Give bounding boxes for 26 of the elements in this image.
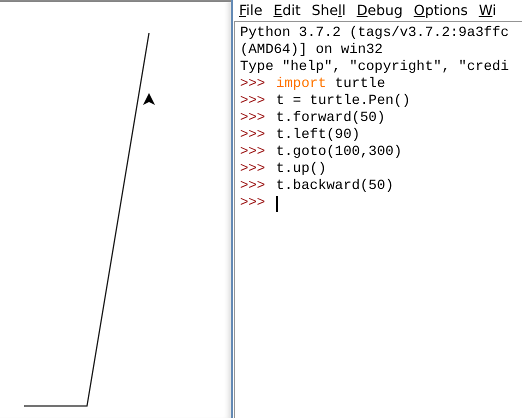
- text-cursor: [276, 196, 278, 212]
- code-line: t.goto(100,300): [276, 144, 402, 161]
- shell-output-line: Type "help", "copyright", "credi: [240, 59, 509, 76]
- code-line: import turtle: [276, 76, 386, 93]
- code-line: t.left(90): [276, 127, 360, 144]
- shell-text-area[interactable]: [234, 21, 522, 418]
- menu-item[interactable]: Options: [414, 2, 468, 18]
- prompt: >>>: [240, 195, 266, 212]
- code-line: t.forward(50): [276, 110, 386, 127]
- prompt: >>>: [240, 127, 266, 144]
- menu-item[interactable]: Edit: [273, 2, 301, 18]
- prompt: >>>: [240, 161, 266, 178]
- code-line: t = turtle.Pen(): [276, 93, 410, 110]
- prompt: >>>: [240, 178, 266, 195]
- code-line: t.backward(50): [276, 178, 394, 195]
- prompt: >>>: [240, 76, 266, 93]
- menu-item[interactable]: Shell: [312, 2, 346, 18]
- menu-item[interactable]: File: [239, 2, 262, 18]
- prompt: >>>: [240, 93, 266, 110]
- menu-item[interactable]: Debug: [356, 2, 403, 18]
- code-line: t.up(): [276, 161, 326, 178]
- shell-output-line: (AMD64)] on win32: [240, 42, 383, 59]
- shell-output-line: Python 3.7.2 (tags/v3.7.2:9a3ffc: [240, 25, 509, 42]
- prompt: >>>: [240, 110, 266, 127]
- prompt: >>>: [240, 144, 266, 161]
- menu-item[interactable]: Wi: [478, 2, 496, 18]
